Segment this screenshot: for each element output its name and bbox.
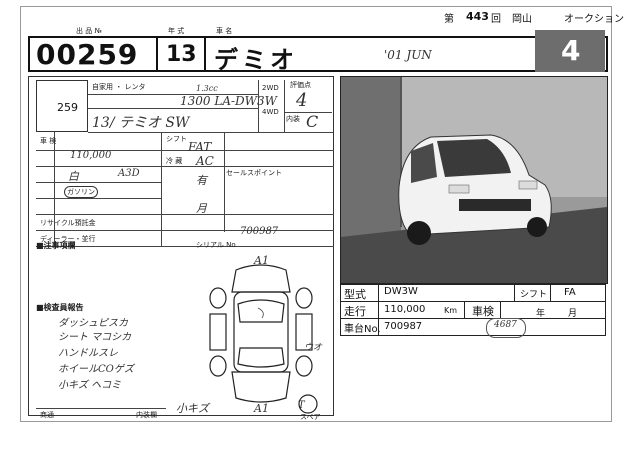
note-item: ハンドルスレ	[58, 348, 118, 359]
row-id-box: 259	[36, 80, 88, 132]
header-location: 岡山	[512, 14, 532, 25]
car-photo-illustration	[341, 77, 607, 283]
name-label: 車 名	[216, 27, 233, 35]
spec-hand-note: 4687	[494, 320, 517, 330]
spec-mileage-unit: Km	[444, 306, 458, 315]
header-kai-suffix: 回	[491, 14, 501, 25]
diag-label-t: T	[298, 400, 305, 411]
spec-model-value: DW3W	[384, 286, 418, 297]
footer-left-label: 商通	[40, 411, 54, 419]
lot-number: 00259	[36, 38, 139, 71]
spec-shift-label: シフト	[520, 290, 548, 300]
note-item: 小キズ ヘコミ	[58, 380, 122, 391]
header-org: オークション	[564, 14, 624, 25]
spec-chassis-value: 700987	[384, 321, 423, 332]
note-item: シート マコシカ	[58, 332, 132, 343]
fuel-label: ガソリン	[64, 186, 98, 198]
diag-note: ウオ	[304, 343, 323, 353]
score-hand: 4	[296, 90, 308, 111]
spec-mileage-label: 走行	[344, 305, 366, 318]
interior-hand: C	[306, 112, 319, 131]
diag-label-a1-bottom: A1	[254, 402, 269, 415]
spec-year-unit: 年	[536, 309, 546, 319]
car-name: デミオ	[214, 46, 298, 74]
car-photo	[340, 76, 608, 284]
model-year: 13	[166, 42, 197, 67]
serial-label: シリアル No	[196, 241, 236, 249]
footer-right-label: 内装欄	[136, 411, 157, 419]
grade-score-box: 4	[535, 30, 605, 72]
recycle-label: リサイクル預託金	[40, 219, 96, 227]
diag-label-spare: スペア	[300, 413, 321, 421]
year-label: 年 式	[168, 27, 185, 35]
spec-inspection-label: 車検	[472, 305, 494, 318]
spec-model-label: 型式	[344, 288, 366, 301]
model-code-hand: 1300 LA-DW3W	[180, 94, 277, 108]
diag-label-a1-top: A1	[254, 254, 269, 267]
km-hand: 110,000	[70, 150, 112, 161]
car-diagram	[209, 264, 318, 414]
spec-mileage-value: 110,000	[384, 304, 426, 315]
chassis-hand: 700987	[240, 226, 279, 237]
lot-label: 出 品 №	[76, 27, 102, 35]
grade-score: 4	[561, 34, 581, 67]
color-hand: 白	[68, 170, 79, 183]
color-code-hand: A3D	[118, 168, 140, 179]
chuui-label: ■注事項欄	[36, 241, 76, 250]
mark-moon: 月	[196, 202, 207, 215]
shift-hand: FAT	[188, 140, 212, 154]
spec-month-unit: 月	[568, 309, 578, 319]
header-auction-no: 443	[466, 10, 489, 23]
displacement: 1.3cc	[196, 84, 218, 93]
handwritten-year: '01 JUN	[384, 48, 432, 62]
mark-yes: 有	[196, 174, 207, 187]
inspect-label: ■検査員報告	[36, 303, 84, 312]
note-item: ダッシュピスカ	[58, 318, 128, 329]
footer-hand: 小キズ	[176, 402, 209, 415]
note-item: ホイールCOゲズ	[58, 364, 134, 375]
header-kai: 第	[444, 14, 454, 25]
spec-chassis-label: 車台No.	[344, 324, 381, 335]
ac-hand: AC	[196, 154, 214, 168]
row-id: 259	[57, 101, 78, 114]
spec-shift-value: FA	[564, 287, 576, 298]
model-line-hand: 13/ テミオ SW	[92, 115, 190, 131]
hand-note-oval: 4687	[486, 318, 526, 338]
